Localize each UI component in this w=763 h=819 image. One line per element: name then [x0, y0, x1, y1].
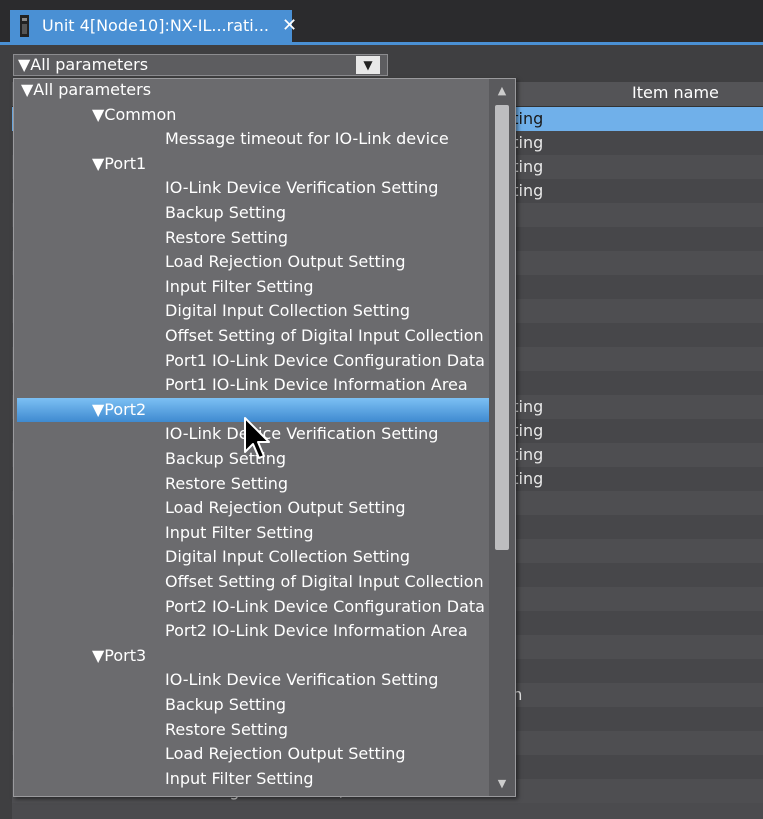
dropdown-scrollbar[interactable]: ▲ ▼	[489, 79, 515, 796]
dropdown-item[interactable]: Restore Setting	[165, 226, 288, 250]
dropdown-item[interactable]: ▼Common	[92, 103, 176, 127]
dropdown-item-label: Digital Input Collection Setting	[165, 547, 411, 566]
dropdown-item[interactable]: Restore Setting	[165, 472, 288, 496]
dropdown-item-label: Input Filter Setting	[165, 523, 314, 542]
scroll-down-icon[interactable]: ▼	[491, 774, 513, 794]
device-icon	[20, 15, 29, 37]
dropdown-item-label: Port2 IO-Link Device Information Area	[165, 621, 468, 640]
dropdown-item-label: ▼Port3	[92, 646, 147, 665]
chevron-down-icon[interactable]: ▼	[356, 56, 380, 74]
dropdown-item[interactable]: Offset Setting of Digital Input Collecti…	[165, 324, 484, 348]
parameter-filter-dropdown: ▼All parameters ▼Common Message timeout fo…	[13, 78, 516, 797]
dropdown-item[interactable]: Port1 IO-Link Device Information Area	[165, 373, 468, 397]
dropdown-item-label: ▼All parameters	[21, 80, 152, 99]
dropdown-item[interactable]: Digital Input Collection Setting	[165, 545, 410, 569]
dropdown-item-label: Port1 IO-Link Device Configuration Data	[165, 351, 485, 370]
dropdown-item[interactable]: IO-Link Device Verification Setting	[165, 668, 438, 692]
dropdown-item-label: ▼Common	[92, 105, 177, 124]
dropdown-item-label: Load Rejection Output Setting	[165, 744, 406, 763]
dropdown-item[interactable]: Input Filter Setting	[165, 767, 314, 791]
dropdown-item-label: ▼Port1	[92, 154, 147, 173]
dropdown-item-label: ▼Port2	[92, 400, 147, 419]
dropdown-item[interactable]: ▼Port2	[17, 398, 489, 422]
dropdown-item[interactable]: Message timeout for IO-Link device	[165, 127, 449, 151]
dropdown-item-label: Backup Setting	[165, 695, 287, 714]
tab-underline	[0, 42, 763, 45]
dropdown-item-label: Offset Setting of Digital Input Collecti…	[165, 572, 484, 591]
dropdown-item-label: Restore Setting	[165, 228, 289, 247]
dropdown-item[interactable]: IO-Link Device Verification Setting	[165, 422, 438, 446]
column-header-item-name: Item name	[632, 83, 719, 102]
tab-bar: Unit 4[Node10]:NX-IL...rati... ✕	[0, 0, 763, 45]
dropdown-item[interactable]: Backup Setting	[165, 201, 286, 225]
scroll-up-icon[interactable]: ▲	[491, 81, 513, 101]
dropdown-item-label: IO-Link Device Verification Setting	[165, 670, 439, 689]
dropdown-item-label: Backup Setting	[165, 203, 287, 222]
dropdown-item[interactable]: ▼Port3	[92, 644, 146, 668]
dropdown-item[interactable]: Load Rejection Output Setting	[165, 250, 405, 274]
dropdown-item-label: Restore Setting	[165, 720, 289, 739]
parameter-filter-combobox[interactable]: ▼All parameters ▼	[13, 54, 388, 76]
dropdown-item-label: Message timeout for IO-Link device	[165, 129, 449, 148]
dropdown-item-label: Port2 IO-Link Device Configuration Data	[165, 597, 485, 616]
dropdown-item[interactable]: Backup Setting	[165, 447, 286, 471]
tab-title: Unit 4[Node10]:NX-IL...rati...	[42, 16, 269, 35]
dropdown-item[interactable]: Restore Setting	[165, 718, 288, 742]
dropdown-item-label: Offset Setting of Digital Input Collecti…	[165, 326, 484, 345]
dropdown-item-label: Backup Setting	[165, 449, 287, 468]
dropdown-item[interactable]: Offset Setting of Digital Input Collecti…	[165, 570, 484, 594]
dropdown-item-label: IO-Link Device Verification Setting	[165, 424, 439, 443]
dropdown-item[interactable]: Input Filter Setting	[165, 521, 314, 545]
dropdown-item[interactable]: IO-Link Device Verification Setting	[165, 176, 438, 200]
dropdown-item-label: Load Rejection Output Setting	[165, 252, 406, 271]
dropdown-item-label: Digital Input Collection Setting	[165, 301, 411, 320]
dropdown-item-label: Restore Setting	[165, 474, 289, 493]
dropdown-item[interactable]: Port2 IO-Link Device Information Area	[165, 619, 468, 643]
document-tab[interactable]: Unit 4[Node10]:NX-IL...rati... ✕	[10, 10, 297, 42]
dropdown-item-label: Input Filter Setting	[165, 769, 314, 788]
dropdown-item[interactable]: Input Filter Setting	[165, 275, 314, 299]
scrollbar-thumb[interactable]	[495, 105, 509, 550]
dropdown-item[interactable]: Port1 IO-Link Device Configuration Data	[165, 349, 485, 373]
dropdown-item[interactable]: ▼All parameters	[21, 79, 152, 102]
dropdown-item-label: Input Filter Setting	[165, 277, 314, 296]
dropdown-item[interactable]: Backup Setting	[165, 693, 286, 717]
dropdown-item[interactable]: Load Rejection Output Setting	[165, 742, 405, 766]
dropdown-item-label: IO-Link Device Verification Setting	[165, 178, 439, 197]
dropdown-item-label: Load Rejection Output Setting	[165, 498, 406, 517]
dropdown-item[interactable]: ▼Port1	[92, 152, 146, 176]
close-icon[interactable]: ✕	[282, 15, 297, 36]
dropdown-item[interactable]: Port2 IO-Link Device Configuration Data	[165, 595, 485, 619]
combo-value: ▼All parameters	[18, 55, 149, 74]
dropdown-item[interactable]: Load Rejection Output Setting	[165, 496, 405, 520]
dropdown-item[interactable]: Digital Input Collection Setting	[165, 299, 410, 323]
dropdown-item-label: Port1 IO-Link Device Information Area	[165, 375, 468, 394]
